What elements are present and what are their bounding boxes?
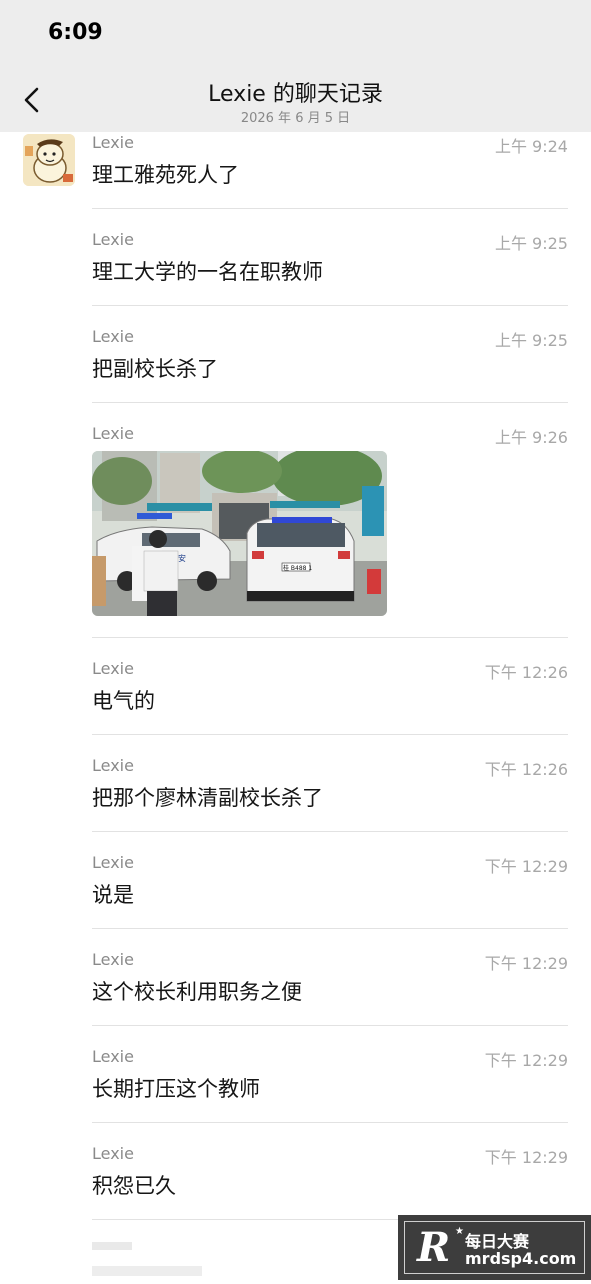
message-time: 下午 12:26 bbox=[484, 760, 568, 779]
message-text: 这个校长利用职务之便 bbox=[92, 980, 302, 1004]
message-image[interactable]: 公安 桂 B488 1 bbox=[92, 451, 387, 616]
message-text: 电气的 bbox=[92, 689, 155, 713]
avatar[interactable] bbox=[23, 134, 75, 186]
message-sender: Lexie bbox=[92, 756, 134, 775]
message-sender: Lexie bbox=[92, 950, 134, 969]
message-time: 下午 12:29 bbox=[484, 1051, 568, 1070]
message-text: 把副校长杀了 bbox=[92, 357, 218, 381]
message-time: 上午 9:26 bbox=[494, 428, 568, 447]
message-text: 积怨已久 bbox=[92, 1174, 176, 1198]
chat-message[interactable]: Lexie 下午 12:26 把那个廖林清副校长杀了 bbox=[92, 756, 568, 810]
message-sender: Lexie bbox=[92, 853, 134, 872]
message-text: 说是 bbox=[92, 883, 134, 907]
message-time: 下午 12:26 bbox=[484, 663, 568, 682]
chat-message[interactable]: Lexie 下午 12:29 积怨已久 bbox=[92, 1144, 568, 1198]
star-icon: ★ bbox=[455, 1226, 464, 1237]
chat-message[interactable]: Lexie 上午 9:25 把副校长杀了 bbox=[92, 327, 568, 381]
chat-message[interactable]: Lexie 下午 12:29 长期打压这个教师 bbox=[92, 1047, 568, 1101]
message-time: 下午 12:29 bbox=[484, 857, 568, 876]
message-divider bbox=[92, 208, 568, 209]
page-title: Lexie 的聊天记录 bbox=[208, 82, 383, 107]
message-sender: Lexie bbox=[92, 230, 134, 249]
watermark-logo: R bbox=[417, 1224, 451, 1271]
status-bar: 6:09 bbox=[0, 0, 591, 70]
police-cars-photo: 公安 桂 B488 1 bbox=[92, 451, 387, 616]
chat-date: 2026 年 6 月 5 日 bbox=[240, 111, 351, 126]
message-divider bbox=[92, 402, 568, 403]
chat-history-header: Lexie 的聊天记录 2026 年 6 月 5 日 bbox=[0, 70, 591, 132]
message-text: 把那个廖林清副校长杀了 bbox=[92, 786, 323, 810]
message-time: 下午 12:29 bbox=[484, 1148, 568, 1167]
message-sender: Lexie bbox=[92, 1047, 134, 1066]
message-sender: Lexie bbox=[92, 1144, 134, 1163]
message-time: 上午 9:25 bbox=[494, 331, 568, 350]
watermark-frame: R ★ 每日大赛 mrdsp4.com bbox=[404, 1221, 585, 1274]
status-time: 6:09 bbox=[48, 20, 103, 45]
message-sender: Lexie bbox=[92, 133, 134, 152]
message-text: 长期打压这个教师 bbox=[92, 1077, 260, 1101]
message-divider bbox=[92, 928, 568, 929]
chat-message[interactable]: Lexie 下午 12:29 说是 bbox=[92, 853, 568, 907]
chat-message-image-header: Lexie 上午 9:26 bbox=[92, 424, 568, 447]
message-text: 理工雅苑死人了 bbox=[92, 163, 239, 187]
message-divider bbox=[92, 1122, 568, 1123]
message-divider bbox=[92, 305, 568, 306]
message-text: 理工大学的一名在职教师 bbox=[92, 260, 323, 284]
message-divider bbox=[92, 734, 568, 735]
message-divider bbox=[92, 1025, 568, 1026]
chat-message[interactable]: Lexie 下午 12:29 这个校长利用职务之便 bbox=[92, 950, 568, 1004]
blurred-text-placeholder bbox=[92, 1242, 202, 1276]
svg-text:桂 B488 1: 桂 B488 1 bbox=[283, 564, 312, 572]
message-time: 上午 9:24 bbox=[494, 137, 568, 156]
next-message-blurred bbox=[92, 1222, 262, 1280]
message-sender: Lexie bbox=[92, 424, 134, 443]
message-sender: Lexie bbox=[92, 659, 134, 678]
site-watermark: R ★ 每日大赛 mrdsp4.com bbox=[398, 1215, 591, 1280]
message-sender: Lexie bbox=[92, 327, 134, 346]
chat-message[interactable]: Lexie 下午 12:26 电气的 bbox=[92, 659, 568, 713]
message-time: 下午 12:29 bbox=[484, 954, 568, 973]
message-divider bbox=[92, 637, 568, 638]
watermark-site: mrdsp4.com bbox=[465, 1249, 577, 1268]
chat-message[interactable]: Lexie 上午 9:25 理工大学的一名在职教师 bbox=[92, 230, 568, 284]
cartoon-avatar-image bbox=[23, 134, 75, 186]
message-time: 上午 9:25 bbox=[494, 234, 568, 253]
message-divider bbox=[92, 831, 568, 832]
chat-message[interactable]: Lexie 上午 9:24 理工雅苑死人了 bbox=[92, 133, 568, 187]
